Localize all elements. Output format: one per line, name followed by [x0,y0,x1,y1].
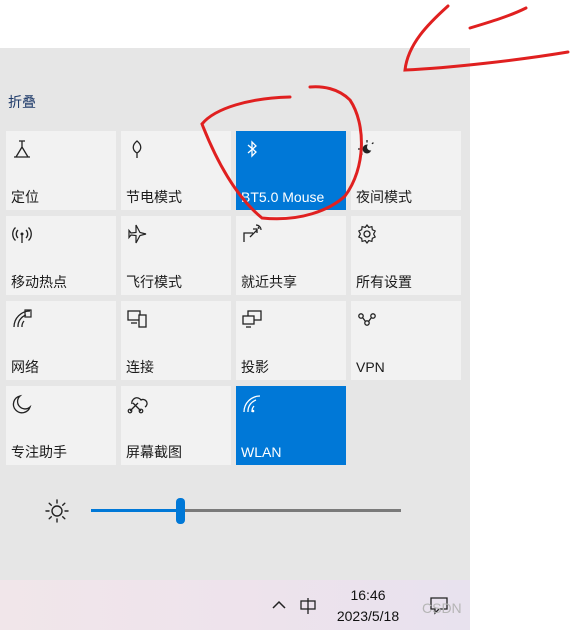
quick-action-label: 所有设置 [356,274,412,290]
quick-action-tile[interactable]: 屏幕截图 [121,386,231,465]
sun-icon [45,499,69,523]
quick-action-label: 专注助手 [11,444,67,460]
quick-action-tile[interactable]: 投影 [236,301,346,380]
moon-icon [11,393,33,415]
quick-action-label: WLAN [241,444,282,460]
network-icon [11,308,33,330]
vpn-icon [356,308,378,330]
quick-action-label: 节电模式 [126,189,182,205]
location-icon [11,138,33,160]
quick-action-label: 投影 [241,359,269,375]
quick-action-tile[interactable]: 就近共享 [236,216,346,295]
clock-time: 16:46 [350,587,386,603]
quick-action-tile[interactable]: 飞行模式 [121,216,231,295]
screenshot: 折叠 定位 节电模式 BT5.0 Mouse 夜间模式移动热点 飞行模式 就近共享 所有设置… [0,0,571,630]
connect-icon [126,308,148,330]
quick-action-label: 网络 [11,359,39,375]
brightness-slider-fill [91,509,181,512]
quick-action-label: 飞行模式 [126,274,182,290]
bluetooth-icon [241,138,263,160]
collapse-link[interactable]: 折叠 [8,92,36,112]
clock-date: 2023/5/18 [336,608,400,624]
quick-action-tile[interactable]: 节电模式 [121,131,231,210]
ime-icon[interactable] [298,596,318,616]
quick-action-label: 连接 [126,359,154,375]
quick-action-label: VPN [356,359,385,375]
taskbar: 16:46 2023/5/18 [0,580,470,630]
quick-action-tile[interactable]: VPN [351,301,461,380]
quick-action-label: 夜间模式 [356,189,412,205]
leaf-icon [126,138,148,160]
brightness-slider[interactable] [91,498,401,524]
quick-action-label: 移动热点 [11,274,67,290]
quick-action-tile[interactable]: 网络 [6,301,116,380]
share-icon [241,223,263,245]
quick-action-tile[interactable]: 夜间模式 [351,131,461,210]
gear-icon [356,223,378,245]
airplane-icon [126,223,148,245]
hotspot-icon [11,223,33,245]
quick-action-tile[interactable]: 移动热点 [6,216,116,295]
quick-action-label: BT5.0 Mouse [241,189,325,205]
quick-action-label: 定位 [11,189,39,205]
quick-action-tile[interactable]: 所有设置 [351,216,461,295]
quick-action-tile[interactable]: WLAN [236,386,346,465]
quick-action-tile[interactable]: 定位 [6,131,116,210]
project-icon [241,308,263,330]
watermark: CSDN [422,600,462,616]
action-center-panel: 折叠 定位 节电模式 BT5.0 Mouse 夜间模式移动热点 飞行模式 就近共享 所有设置… [0,48,470,580]
chevron-up-icon[interactable] [270,596,288,614]
taskbar-clock[interactable]: 16:46 2023/5/18 [326,585,410,627]
snip-icon [126,393,148,415]
brightness-slider-thumb[interactable] [176,498,185,524]
night-light-icon [356,138,378,160]
wifi-icon [241,393,263,415]
quick-action-tile[interactable]: 专注助手 [6,386,116,465]
quick-action-label: 就近共享 [241,274,297,290]
quick-action-label: 屏幕截图 [126,444,182,460]
quick-action-tile[interactable]: BT5.0 Mouse [236,131,346,210]
quick-action-tile[interactable]: 连接 [121,301,231,380]
